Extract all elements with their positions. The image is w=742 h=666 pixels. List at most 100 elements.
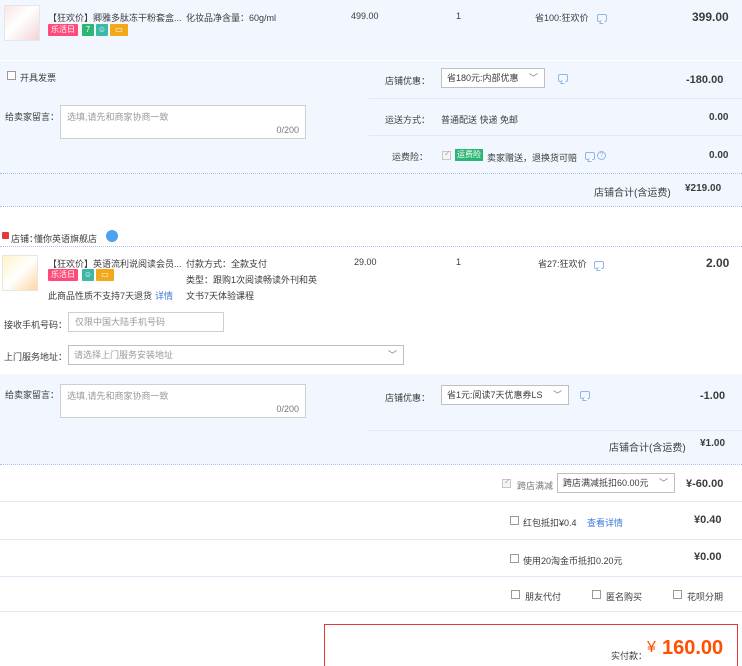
- order1-tag-lehuori: 乐活日: [48, 24, 78, 36]
- shop2-name[interactable]: 懂你英语旗舰店: [34, 232, 97, 245]
- shipping-label: 运送方式：: [385, 115, 431, 125]
- chevron-down-icon: ﹀: [658, 478, 668, 488]
- chevron-down-icon: ﹀: [552, 390, 562, 400]
- insurance-checkbox[interactable]: [442, 149, 451, 160]
- coin-amount: ¥0.00: [694, 551, 722, 563]
- order2-total-value: ¥1.00: [700, 438, 726, 449]
- seven-day-icon: 7: [82, 24, 94, 36]
- order1-product-title[interactable]: 【狂欢价】卿雅多肽冻干粉套盒...: [48, 11, 182, 24]
- order2-subtotal: 2.00: [706, 256, 730, 270]
- order2-qty: 1: [456, 257, 462, 267]
- invoice-label: 开具发票: [20, 73, 57, 83]
- redpacket-detail-link[interactable]: 查看详情: [587, 516, 623, 529]
- order2-product-image[interactable]: [2, 255, 38, 291]
- insurance-label: 运费险：: [392, 152, 429, 162]
- insurance-text: 卖家赠送，退换货可赔: [487, 153, 578, 163]
- pay-label: 实付款：: [611, 651, 648, 661]
- card-badge-icon: ▭: [110, 24, 128, 36]
- saving-info-icon[interactable]: [597, 14, 607, 22]
- order1-price: 499.00: [351, 11, 379, 21]
- order1-shop-discount-value: 省180元:内部优惠: [447, 73, 519, 83]
- friend-pay-checkbox[interactable]: [511, 590, 520, 599]
- divider: [369, 135, 742, 136]
- order1-message-placeholder: 选填,请先和商家协商一致: [67, 112, 169, 122]
- cross-store-select[interactable]: 跨店满减抵扣60.00元 ﹀: [557, 473, 675, 493]
- order1-message-label: 给卖家留言：: [5, 112, 60, 122]
- order1-saving: 省100:狂欢价: [535, 13, 589, 23]
- divider: [0, 539, 742, 540]
- friend-pay-label: 朋友代付: [525, 592, 562, 602]
- divider: [0, 501, 742, 502]
- phone-placeholder: 仅限中国大陆手机号码: [75, 317, 166, 327]
- order2-detail-link[interactable]: 详情: [155, 289, 173, 302]
- chevron-down-icon: ﹀: [387, 350, 397, 360]
- cross-store-checkbox[interactable]: [502, 477, 511, 488]
- shop-icon: [2, 232, 9, 239]
- divider: [369, 430, 742, 431]
- order2-message-input[interactable]: 选填,请先和商家协商一致 0/200: [60, 384, 306, 418]
- order1-subtotal: 399.00: [692, 10, 729, 24]
- saving-info-icon[interactable]: [594, 261, 604, 269]
- order2-total-label: 店铺合计(含运费): [609, 443, 686, 454]
- order1-total-value: ¥219.00: [685, 183, 722, 194]
- order1-product-image[interactable]: [4, 5, 40, 41]
- smile-badge-icon: ☺: [82, 269, 94, 281]
- anonymous-label: 匿名购买: [606, 592, 643, 602]
- order2-saving: 省27:狂欢价: [538, 259, 587, 269]
- order2-message-label: 给卖家留言：: [5, 390, 60, 400]
- address-select[interactable]: 请选择上门服务安装地址 ﹀: [68, 345, 404, 365]
- order2-shop-discount-label: 店铺优惠：: [385, 393, 431, 403]
- order2-no-return: 此商品性质不支持7天退货: [48, 291, 153, 301]
- redpacket-amount: ¥0.40: [694, 514, 722, 526]
- smile-badge-icon: ☺: [96, 24, 108, 36]
- order1-shop-discount-select[interactable]: 省180元:内部优惠 ﹀: [441, 68, 545, 88]
- shipping-amount: 0.00: [709, 112, 729, 123]
- redpacket-checkbox[interactable]: [510, 516, 519, 525]
- cross-store-label: 跨店满减: [517, 481, 554, 491]
- order2-spec-type: 类型：跟购1次阅读畅读外刊和英: [186, 275, 318, 285]
- divider: [0, 246, 742, 247]
- phone-label: 接收手机号码：: [4, 320, 68, 330]
- order2-shop-discount-select[interactable]: 省1元:阅读7天优惠券LS ﹀: [441, 385, 569, 405]
- huabei-label: 花呗分期: [687, 592, 724, 602]
- invoice-checkbox[interactable]: [7, 71, 16, 80]
- insurance-amount: 0.00: [709, 150, 729, 161]
- order1-message-input[interactable]: 选填,请先和商家协商一致 0/200: [60, 105, 306, 139]
- address-label: 上门服务地址：: [4, 352, 68, 362]
- divider: [0, 576, 742, 577]
- order1-shop-discount-amount: -180.00: [686, 74, 724, 86]
- cross-store-amount: ¥-60.00: [686, 478, 724, 490]
- order2-shop-discount-value: 省1元:阅读7天优惠券LS: [447, 390, 543, 400]
- anonymous-checkbox[interactable]: [592, 590, 601, 599]
- discount-info-icon[interactable]: [580, 391, 590, 399]
- huabei-checkbox[interactable]: [673, 590, 682, 599]
- pay-currency: ¥: [647, 639, 656, 656]
- shipping-value: 普通配送 快递 免邮: [441, 115, 519, 125]
- divider: [0, 611, 742, 612]
- chevron-down-icon: ﹀: [528, 73, 538, 83]
- address-placeholder: 请选择上门服务安装地址: [74, 350, 174, 360]
- insurance-tag: 运费险: [455, 149, 483, 161]
- order2-tag-lehuori: 乐活日: [48, 269, 78, 281]
- order1-shop-discount-label: 店铺优惠：: [385, 76, 431, 86]
- order2-spec-type-cont: 文书7天体验课程: [186, 291, 255, 301]
- order1-spec: 化妆品净含量：60g/ml: [186, 13, 277, 23]
- wangwang-chat-icon[interactable]: [106, 230, 118, 242]
- discount-info-icon[interactable]: [558, 74, 568, 82]
- divider: [0, 464, 742, 465]
- pay-value: 160.00: [662, 637, 724, 659]
- card-badge-icon: ▭: [96, 269, 114, 281]
- phone-input[interactable]: 仅限中国大陆手机号码: [68, 312, 224, 332]
- order1-total-label: 店铺合计(含运费): [594, 188, 671, 199]
- order2-message-placeholder: 选填,请先和商家协商一致: [67, 391, 169, 401]
- divider: [369, 98, 742, 99]
- help-icon[interactable]: ?: [597, 151, 606, 160]
- order2-shop-discount-amount: -1.00: [700, 390, 726, 402]
- order2-price: 29.00: [354, 257, 377, 267]
- coin-checkbox[interactable]: [510, 554, 519, 563]
- order2-message-count: 0/200: [276, 404, 299, 414]
- divider: [0, 206, 742, 207]
- cross-store-value: 跨店满减抵扣60.00元: [563, 478, 649, 488]
- coin-label: 使用20淘金币抵扣0.20元: [523, 556, 623, 566]
- insurance-info-icon[interactable]: [585, 152, 595, 160]
